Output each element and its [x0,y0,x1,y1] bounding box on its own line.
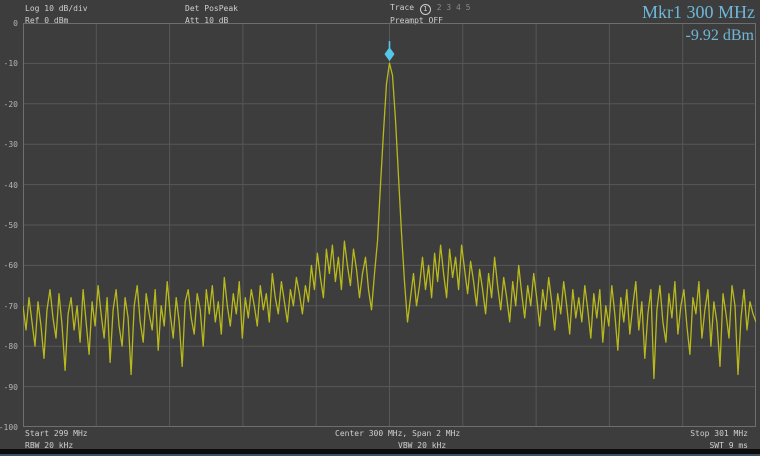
marker-readout-title: Mkr1 300 MHz [642,2,755,22]
stop-freq-label: Stop 301 MHz [690,429,748,439]
y-axis-tick: -70 [4,302,18,311]
plot-area [23,23,756,427]
y-axis-tick: 0 [13,19,18,28]
center-span-label: Center 300 MHz, Span 2 MHz [335,429,460,439]
y-axis-tick: -60 [4,261,18,270]
y-axis-tick: -80 [4,342,18,351]
amplitude-scale-label: Log 10 dB/div [25,4,88,14]
y-axis-tick: -90 [4,383,18,392]
y-axis: 0-10-20-30-40-50-60-70-80-90-100 [0,23,20,427]
y-axis-tick: -40 [4,181,18,190]
y-axis-tick: -20 [4,100,18,109]
y-axis-tick: -10 [4,59,18,68]
marker-diamond [385,47,395,61]
trace-active-badge: 1 [420,4,431,15]
trace-inactive-list: 2 3 4 5 [432,3,471,12]
trace-label: Trace [390,3,419,12]
detector-label: Det PosPeak [185,4,238,14]
spectrum-analyzer-screen: Log 10 dB/div Ref 0 dBm Det PosPeak Att … [0,0,760,456]
start-freq-label: Start 299 MHz [25,429,88,439]
y-axis-tick: -30 [4,140,18,149]
spectrum-plot [23,23,756,427]
y-axis-tick: -50 [4,221,18,230]
trace-selector: Trace 1 2 3 4 5 [390,3,470,15]
y-axis-tick: -100 [0,423,18,432]
